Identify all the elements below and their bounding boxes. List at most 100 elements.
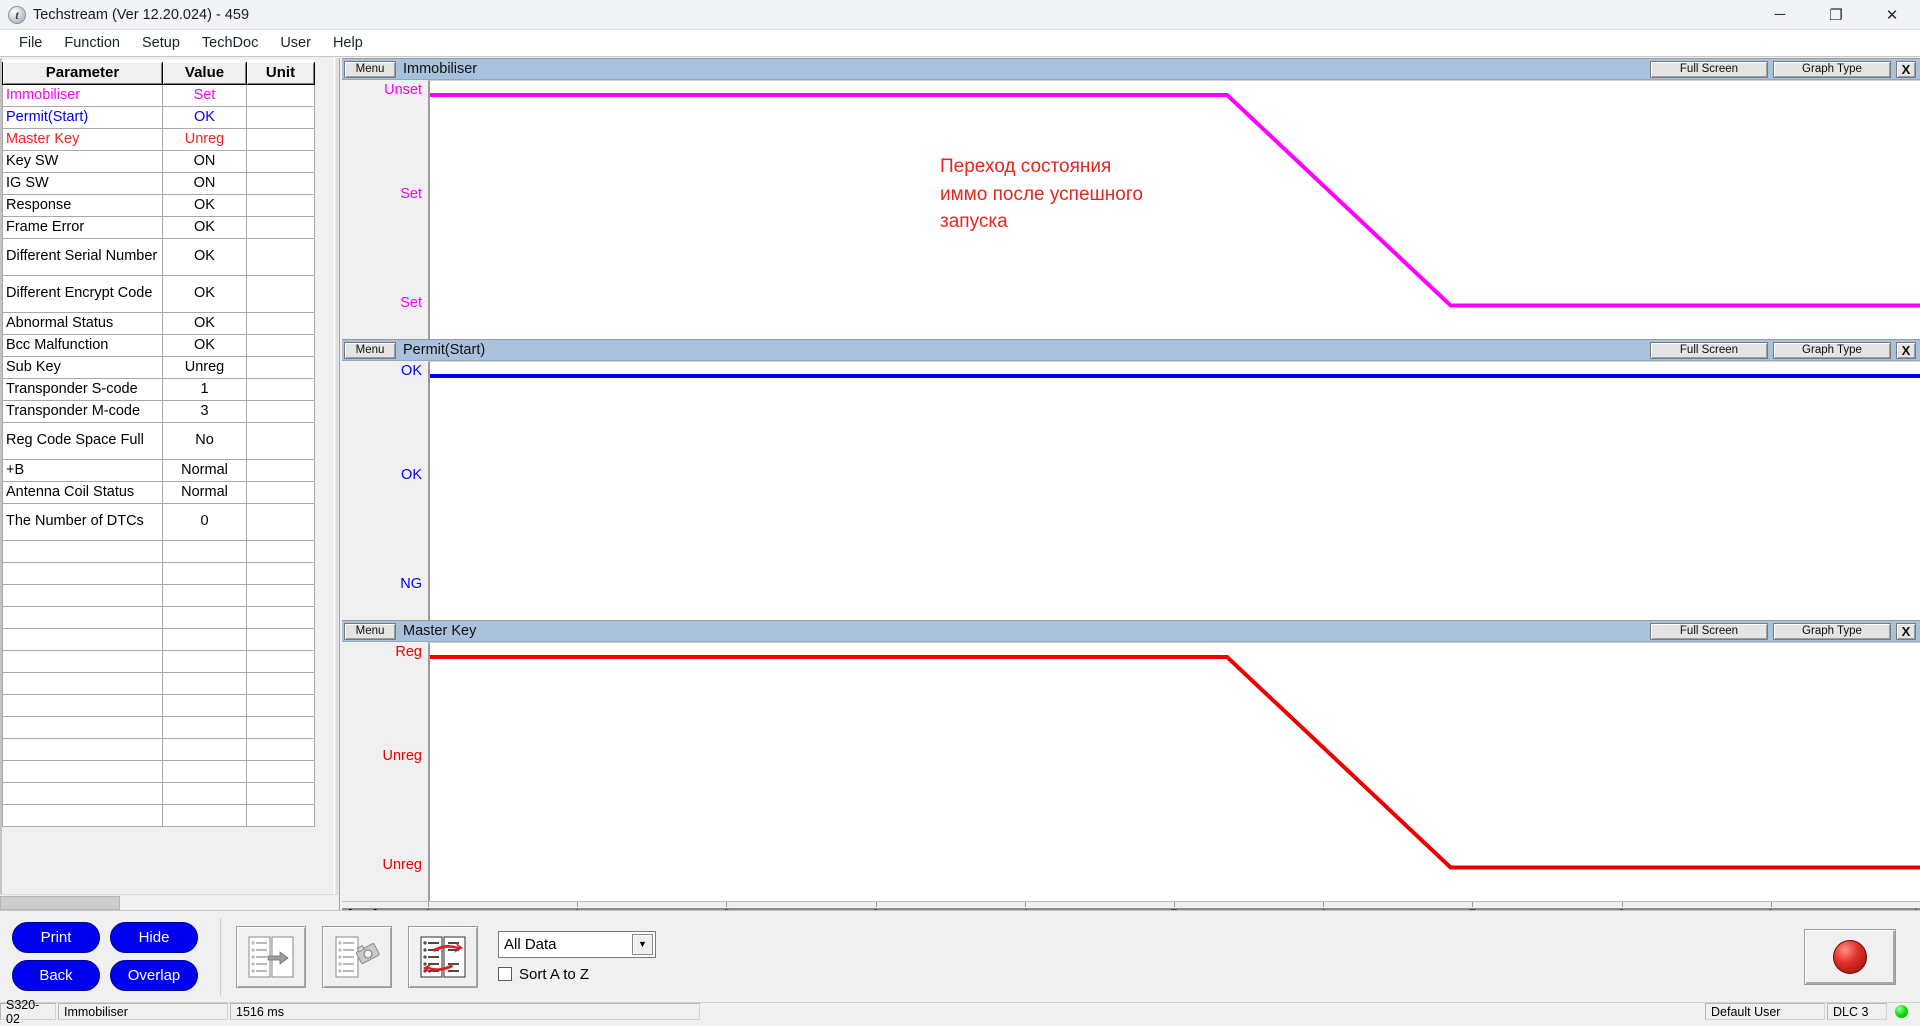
chevron-down-icon[interactable]: ▼ xyxy=(632,933,653,955)
parameter-table: Parameter Value Unit Immobiliser Set Permi… xyxy=(2,60,315,827)
swap-list-button[interactable] xyxy=(408,925,478,988)
table-row-empty[interactable] xyxy=(2,803,315,827)
table-row-empty[interactable] xyxy=(2,671,315,695)
table-row-empty[interactable] xyxy=(2,539,315,563)
table-row[interactable]: The Number of DTCs 0 xyxy=(2,502,315,541)
graph-menu-button-immobiliser[interactable]: Menu xyxy=(344,60,396,78)
cell-empty xyxy=(246,583,315,607)
scrollbar-thumb[interactable] xyxy=(0,896,120,910)
column-header-parameter[interactable]: Parameter xyxy=(2,60,163,85)
table-row[interactable]: Antenna Coil Status Normal xyxy=(2,480,315,504)
table-row[interactable]: Transponder S-code 1 xyxy=(2,377,315,401)
table-row-empty[interactable] xyxy=(2,649,315,673)
plot-area-immobiliser[interactable]: Переход состояния иммо после успешного з… xyxy=(428,80,1920,340)
graph-title-master-key: Master Key xyxy=(403,623,477,639)
column-header-unit[interactable]: Unit xyxy=(246,60,315,85)
graph-menu-button-master-key[interactable]: Menu xyxy=(344,622,396,640)
table-row[interactable]: Immobiliser Set xyxy=(2,83,315,107)
sort-checkbox[interactable] xyxy=(498,967,512,981)
table-row-empty[interactable] xyxy=(2,781,315,805)
menu-item-user[interactable]: User xyxy=(269,32,322,54)
cell-empty xyxy=(2,671,163,695)
graph-header-immobiliser: Menu Immobiliser Full Screen Graph Type … xyxy=(342,59,1920,80)
plot-svg-master-key xyxy=(430,643,1920,902)
graph-type-button-master-key[interactable]: Graph Type xyxy=(1773,622,1891,640)
table-row-empty[interactable] xyxy=(2,693,315,717)
cell-unit xyxy=(246,215,315,239)
table-row[interactable]: Master Key Unreg xyxy=(2,127,315,151)
cell-parameter: Response xyxy=(2,193,163,217)
cell-empty xyxy=(162,539,247,563)
overlap-button[interactable]: Overlap xyxy=(110,960,198,991)
minimize-icon[interactable]: ─ xyxy=(1752,0,1808,30)
table-row-empty[interactable] xyxy=(2,737,315,761)
snapshot-list-button[interactable] xyxy=(322,925,392,988)
status-time: 1516 ms xyxy=(230,1003,700,1020)
plot-area-master-key[interactable] xyxy=(428,642,1920,902)
plot-area-permit-start[interactable] xyxy=(428,361,1920,621)
column-header-value[interactable]: Value xyxy=(162,60,247,85)
hide-button[interactable]: Hide xyxy=(110,922,198,953)
maximize-icon[interactable]: ❐ xyxy=(1808,0,1864,30)
cell-value: ON xyxy=(162,149,247,173)
full-screen-button-permit-start[interactable]: Full Screen xyxy=(1650,341,1768,359)
cell-value: 1 xyxy=(162,377,247,401)
sort-checkbox-row[interactable]: Sort A to Z xyxy=(498,966,656,983)
table-row-empty[interactable] xyxy=(2,759,315,783)
record-button[interactable] xyxy=(1804,928,1896,985)
full-screen-button-master-key[interactable]: Full Screen xyxy=(1650,622,1768,640)
plot-wrap-immobiliser: Unset Set Set Переход состояния иммо пос… xyxy=(342,80,1920,340)
table-row[interactable]: Different Encrypt Code OK xyxy=(2,274,315,313)
menu-item-techdoc[interactable]: TechDoc xyxy=(191,32,269,54)
cell-unit xyxy=(246,377,315,401)
cell-empty xyxy=(162,759,247,783)
table-row[interactable]: Key SW ON xyxy=(2,149,315,173)
parameter-table-scroll[interactable]: Parameter Value Unit Immobiliser Set Permi… xyxy=(0,58,339,894)
close-graph-button-master-key[interactable]: X xyxy=(1896,622,1916,640)
table-row[interactable]: Bcc Malfunction OK xyxy=(2,333,315,357)
menu-item-file[interactable]: File xyxy=(8,32,53,54)
close-graph-button-permit-start[interactable]: X xyxy=(1896,341,1916,359)
cell-unit xyxy=(246,421,315,460)
cell-unit xyxy=(246,105,315,129)
table-row-empty[interactable] xyxy=(2,561,315,585)
graph-type-button-permit-start[interactable]: Graph Type xyxy=(1773,341,1891,359)
table-row-empty[interactable] xyxy=(2,627,315,651)
menu-item-help[interactable]: Help xyxy=(322,32,374,54)
full-screen-button-immobiliser[interactable]: Full Screen xyxy=(1650,60,1768,78)
table-row[interactable]: Permit(Start) OK xyxy=(2,105,315,129)
graph-type-button-immobiliser[interactable]: Graph Type xyxy=(1773,60,1891,78)
table-row[interactable]: Frame Error OK xyxy=(2,215,315,239)
cell-parameter: Immobiliser xyxy=(2,83,163,107)
table-row[interactable]: Abnormal Status OK xyxy=(2,311,315,335)
panel-divider[interactable] xyxy=(334,58,339,894)
plot-svg-permit-start xyxy=(430,362,1920,621)
table-row[interactable]: +B Normal xyxy=(2,458,315,482)
menu-item-function[interactable]: Function xyxy=(53,32,131,54)
print-button[interactable]: Print xyxy=(12,922,100,953)
horizontal-scrollbar[interactable] xyxy=(0,894,339,910)
table-row[interactable]: Reg Code Space Full No xyxy=(2,421,315,460)
table-row-empty[interactable] xyxy=(2,605,315,629)
back-button[interactable]: Back xyxy=(12,960,100,991)
bottom-toolbar: Print Hide Back Overlap All Data ▼ Sort … xyxy=(0,910,1920,1002)
x-tick-mark xyxy=(1174,902,1175,907)
close-graph-button-immobiliser[interactable]: X xyxy=(1896,60,1916,78)
data-select-dropdown[interactable]: All Data ▼ xyxy=(498,930,656,958)
table-row[interactable]: Transponder M-code 3 xyxy=(2,399,315,423)
main-content: Parameter Value Unit Immobiliser Set Permi… xyxy=(0,58,1920,922)
table-row[interactable]: Sub Key Unreg xyxy=(2,355,315,379)
table-row[interactable]: Different Serial Number OK xyxy=(2,237,315,276)
close-icon[interactable]: ✕ xyxy=(1864,0,1920,30)
y-tick-label-master-key-top: Reg xyxy=(395,644,422,660)
cell-empty xyxy=(2,627,163,651)
table-row[interactable]: Response OK xyxy=(2,193,315,217)
table-row[interactable]: IG SW ON xyxy=(2,171,315,195)
graph-menu-button-permit-start[interactable]: Menu xyxy=(344,341,396,359)
snapshot-list-icon xyxy=(335,936,380,977)
table-row-empty[interactable] xyxy=(2,583,315,607)
table-row-empty[interactable] xyxy=(2,715,315,739)
graph-title-permit-start: Permit(Start) xyxy=(403,342,486,358)
split-list-button[interactable] xyxy=(236,925,306,988)
menu-item-setup[interactable]: Setup xyxy=(131,32,191,54)
